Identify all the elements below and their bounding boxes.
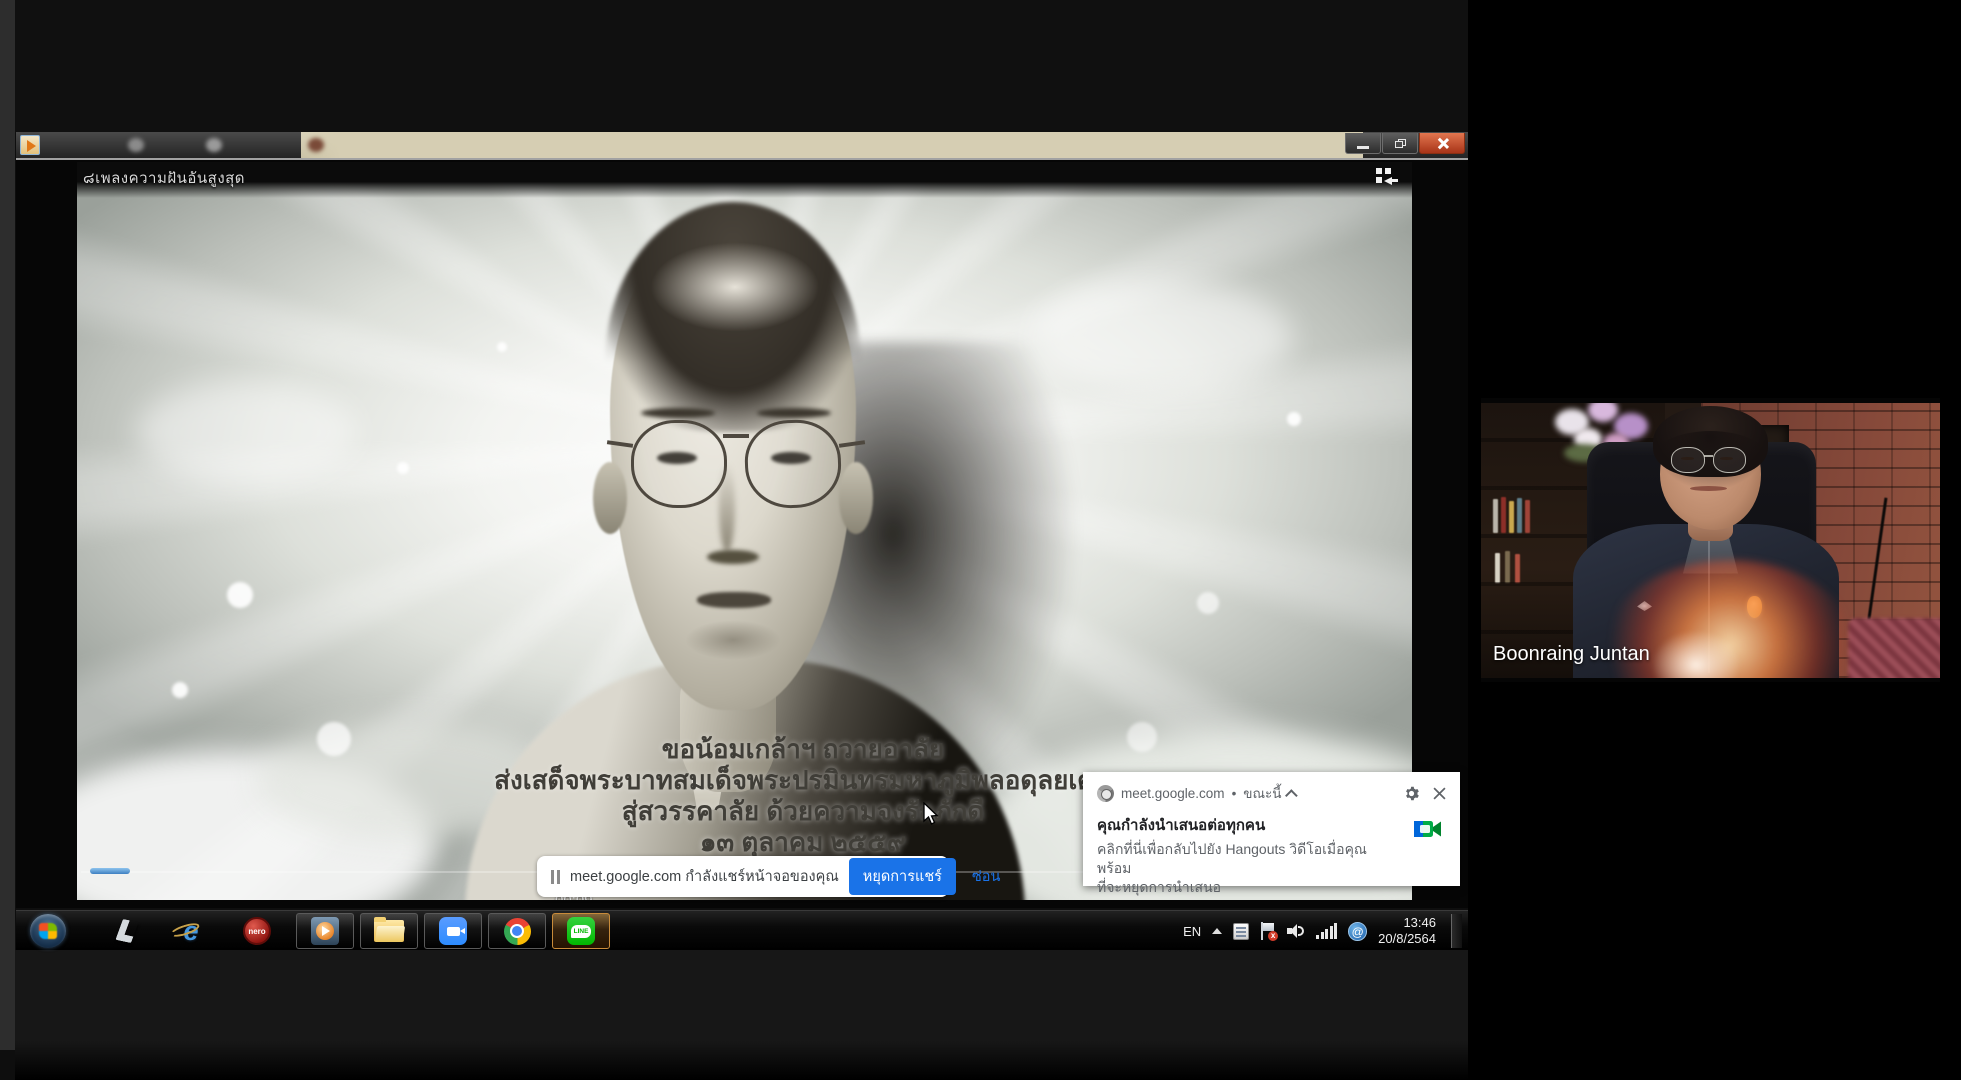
titlebar-highlight (301, 132, 1363, 158)
titlebar-blob (206, 138, 222, 152)
chevron-up-icon[interactable] (1285, 789, 1298, 802)
desktop-background-top (15, 0, 1468, 133)
network-signal-icon[interactable] (1316, 923, 1337, 939)
portrait-lips (697, 592, 771, 608)
notification-actions (1404, 786, 1446, 801)
presenting-notification[interactable]: meet.google.com • ขณะนี้ คุณกำลังนำเสนอต… (1083, 772, 1460, 886)
line-icon: LINE (567, 917, 595, 945)
portrait-ear (839, 462, 873, 534)
chrome-icon (1097, 785, 1114, 802)
titlebar-divider (16, 158, 1468, 160)
nero-icon[interactable]: nero (240, 916, 274, 946)
participant-webcam-video: Boonraing Juntan (1481, 403, 1940, 678)
bokeh-dot (1287, 412, 1301, 426)
taskbar-clock[interactable]: 13:46 20/8/2564 (1378, 915, 1438, 947)
window-titlebar[interactable] (16, 132, 1468, 158)
portrait-nose-shadow (707, 550, 759, 564)
system-tray: EN x @ 13:46 20/8/2564 (1183, 911, 1462, 951)
at-tray-icon[interactable]: @ (1348, 922, 1367, 941)
close-icon[interactable] (1433, 787, 1446, 800)
chrome-icon (504, 918, 531, 945)
glasses-lens (631, 420, 727, 508)
seek-bar-progress[interactable] (90, 868, 130, 874)
bokeh-dot (1197, 592, 1219, 614)
mouse-cursor (923, 802, 940, 826)
video-title-caption: ๘เพลงความฝันอันสูงสุด (83, 166, 245, 190)
gear-icon[interactable] (1404, 786, 1419, 801)
person-lips (1690, 486, 1727, 491)
glasses-bridge (723, 434, 749, 438)
portrait-forehead (650, 242, 820, 332)
hide-link[interactable]: ซ่อน (966, 861, 1006, 892)
folder-icon (374, 920, 404, 942)
stop-sharing-button[interactable]: หยุดการแชร์ (849, 858, 956, 895)
desktop-background-bottom (15, 950, 1468, 1080)
bokeh-dot (397, 462, 409, 474)
language-indicator[interactable]: EN (1183, 924, 1201, 939)
show-hidden-icons-caret[interactable] (1212, 928, 1222, 934)
close-button[interactable] (1419, 133, 1465, 154)
notification-header: meet.google.com • ขณะนี้ (1097, 782, 1446, 804)
bokeh-dot (227, 582, 253, 608)
participant-name-label: Boonraing Juntan (1493, 643, 1650, 666)
windows-flag-icon (39, 923, 57, 939)
clock-time: 13:46 (1378, 915, 1436, 931)
notification-title: คุณกำลังนำเสนอต่อทุกคน (1097, 813, 1446, 837)
titlebar-blob (308, 138, 324, 152)
person-glasses-lens (1713, 447, 1746, 473)
pinned-app-icon[interactable] (110, 916, 144, 946)
pause-icon[interactable] (551, 870, 560, 884)
line-taskbar-button[interactable]: LINE (552, 913, 610, 949)
chrome-taskbar-button[interactable] (488, 913, 546, 949)
minimize-button[interactable] (1345, 133, 1381, 154)
participant-video-tile[interactable]: Boonraing Juntan (1481, 398, 1940, 682)
video-top-dark-band (77, 162, 1412, 198)
shared-screen-region: ๘เพลงความฝันอันสูงสุด ขอน้อมเกล้าฯ ถวายอ… (0, 0, 1468, 1080)
screen-share-bar: meet.google.com กำลังแชร์หน้าจอของคุณ หย… (537, 856, 949, 897)
share-message: meet.google.com กำลังแชร์หน้าจอของคุณ (570, 865, 839, 888)
screen-left-edge (0, 0, 15, 1050)
portrait-eyebrow (757, 408, 831, 418)
switch-to-library-icon[interactable] (1376, 168, 1400, 186)
volume-icon[interactable] (1287, 923, 1305, 939)
portrait-eyebrow (641, 408, 715, 418)
titlebar-blob (128, 138, 144, 152)
media-player-icon (311, 917, 339, 945)
person-glasses-lens (1671, 447, 1704, 473)
media-player-app-icon[interactable] (20, 135, 40, 155)
portrait-nose (719, 462, 735, 552)
bokeh-dot (172, 682, 188, 698)
zoom-camera-icon (439, 917, 467, 945)
l-shaped-app-icon (115, 919, 138, 943)
notification-body: คลิกที่นี่เพื่อกลับไปยัง Hangouts วิดีโอ… (1097, 840, 1397, 897)
google-meet-call-screen: ๘เพลงความฝันอันสูงสุด ขอน้อมเกล้าฯ ถวายอ… (0, 0, 1961, 1080)
file-explorer-taskbar-button[interactable] (360, 913, 418, 949)
notification-time: ขณะนี้ (1243, 782, 1281, 804)
notification-source: meet.google.com (1121, 786, 1225, 801)
windows-taskbar: e nero LINE (16, 910, 1468, 950)
zoom-taskbar-button[interactable] (424, 913, 482, 949)
tray-document-icon[interactable] (1233, 923, 1249, 940)
person-hair (1651, 431, 1770, 492)
portrait-ear (593, 462, 627, 534)
person-glasses-bridge (1704, 455, 1713, 457)
memorial-line: ขอน้อมเกล้าฯ ถวายอาลัย (77, 734, 1412, 765)
clock-date: 20/8/2564 (1378, 931, 1436, 947)
media-player-taskbar-button[interactable] (296, 913, 354, 949)
cloud (137, 382, 357, 482)
show-desktop-button[interactable] (1451, 914, 1462, 948)
internet-explorer-icon[interactable]: e (174, 916, 208, 946)
google-meet-icon (1414, 816, 1444, 842)
portrait-chin-shadow (685, 620, 781, 660)
action-center-flag-icon[interactable]: x (1260, 922, 1276, 940)
restore-button[interactable] (1382, 133, 1418, 154)
start-button[interactable] (30, 914, 66, 948)
